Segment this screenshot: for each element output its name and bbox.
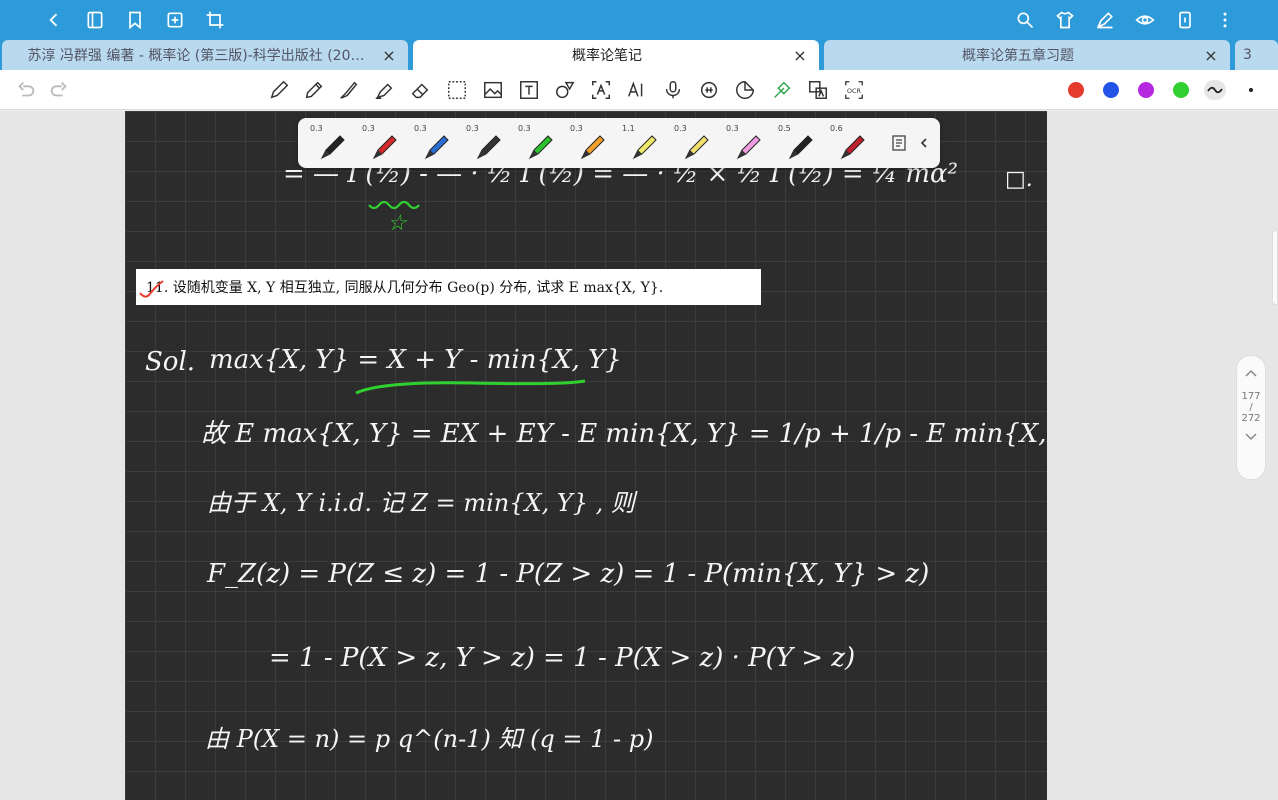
theme-shirt-icon[interactable] xyxy=(1053,8,1077,32)
side-scroll-handle[interactable] xyxy=(1272,230,1278,305)
pen-preset-10[interactable]: 0.5 xyxy=(774,122,824,164)
color-blue-swatch[interactable] xyxy=(1103,82,1119,98)
pen-preset-6[interactable]: 0.3 xyxy=(566,122,616,164)
drawing-toolbar: OCR xyxy=(0,70,1278,110)
page-separator: / xyxy=(1249,402,1253,413)
laser-pointer-icon[interactable] xyxy=(770,78,794,102)
search-icon[interactable] xyxy=(1013,8,1037,32)
pen-icon xyxy=(632,135,657,160)
close-icon[interactable]: × xyxy=(1202,46,1220,65)
add-page-icon[interactable] xyxy=(163,8,187,32)
page-up-icon[interactable] xyxy=(1237,368,1265,381)
handwritten-line-2: 故 E max{X, Y} = EX + EY - E min{X, Y} = … xyxy=(201,419,1047,449)
more-vert-icon[interactable] xyxy=(1213,8,1237,32)
back-icon[interactable] xyxy=(42,8,66,32)
ocr-icon[interactable]: OCR xyxy=(842,78,866,102)
lasso-select-icon[interactable] xyxy=(445,78,469,102)
read-mode-eye-icon[interactable] xyxy=(1133,8,1157,32)
pen-preset-4[interactable]: 0.3 xyxy=(462,122,512,164)
color-red-swatch[interactable] xyxy=(1068,82,1084,98)
text-recognize-icon[interactable] xyxy=(589,78,613,102)
pen-icon xyxy=(476,135,501,160)
tab-notes[interactable]: 概率论笔记 × xyxy=(413,40,819,70)
note-page[interactable]: = — Γ(½) - — · ½ Γ(½) = — · ½ × ½ Γ(½) =… xyxy=(125,111,1047,800)
total-page-count: 272 xyxy=(1241,413,1261,424)
pen-preset-5[interactable]: 0.3 xyxy=(514,122,564,164)
pencil-tool-icon[interactable] xyxy=(302,78,326,102)
green-star-mark: ☆ xyxy=(387,211,407,236)
pen-preset-2[interactable]: 0.3 xyxy=(358,122,408,164)
pen-preset-11[interactable]: 0.6 xyxy=(826,122,876,164)
color-green-swatch[interactable] xyxy=(1173,82,1189,98)
handwritten-line-3: 由于 X, Y i.i.d. 记 Z = min{X, Y} , 则 xyxy=(207,489,635,517)
pen-settings-icon[interactable] xyxy=(890,134,908,152)
tab-exercises[interactable]: 概率论第五章习题 × xyxy=(824,40,1230,70)
ai-icon[interactable] xyxy=(625,78,649,102)
eraser-tool-icon[interactable] xyxy=(408,78,432,102)
pen-mode-icon[interactable] xyxy=(1093,8,1117,32)
pen-tool-icon[interactable] xyxy=(267,78,291,102)
page-navigator: 177 / 272 xyxy=(1236,355,1266,480)
svg-text:OCR: OCR xyxy=(847,87,862,95)
microphone-icon[interactable] xyxy=(661,78,685,102)
top-app-bar xyxy=(0,0,1278,40)
pen-preset-3[interactable]: 0.3 xyxy=(410,122,460,164)
pen-icon xyxy=(372,135,397,160)
pen-preset-1[interactable]: 0.3 xyxy=(306,122,356,164)
pen-icon xyxy=(840,135,865,160)
close-icon[interactable]: × xyxy=(791,46,809,65)
sol-label: Sol. xyxy=(145,347,196,377)
pen-preset-9[interactable]: 0.3 xyxy=(722,122,772,164)
tab-textbook[interactable]: 苏淳 冯群强 编著 - 概率论 (第三版)-科学出版社 (20… × xyxy=(2,40,408,70)
handwritten-line-5: = 1 - P(X > z, Y > z) = 1 - P(X > z) · P… xyxy=(269,643,856,673)
handwritten-line-6: 由 P(X = n) = p q^(n-1) 知 (q = 1 - p) xyxy=(205,725,654,753)
stroke-width-dot[interactable] xyxy=(1249,88,1253,92)
tab-title: 苏淳 冯群强 编著 - 概率论 (第三版)-科学出版社 (20… xyxy=(27,48,365,64)
close-icon[interactable]: × xyxy=(380,46,398,65)
collapse-palette-icon[interactable] xyxy=(916,133,932,153)
pen-palette-popup: 0.3 0.3 0.3 0.3 0.3 0.3 1.1 0.3 0.3 0.5 0.6 xyxy=(298,118,940,168)
device-icon[interactable] xyxy=(1173,8,1197,32)
pen-icon xyxy=(424,135,449,160)
pen-preset-8[interactable]: 0.3 xyxy=(670,122,720,164)
highlighter-tool-icon[interactable] xyxy=(372,78,396,102)
stroke-style-button[interactable] xyxy=(1204,80,1226,100)
image-insert-icon[interactable] xyxy=(481,78,505,102)
tab-title: 概率论第五章习题 xyxy=(962,48,1074,64)
color-purple-swatch[interactable] xyxy=(1138,82,1154,98)
pen-icon xyxy=(580,135,605,160)
tab-title: 概率论笔记 xyxy=(572,48,642,64)
tab-more[interactable]: 3 xyxy=(1235,40,1278,70)
handwritten-line-1: max{X, Y} = X + Y - min{X, Y} xyxy=(209,345,622,375)
pen-preset-7[interactable]: 1.1 xyxy=(618,122,668,164)
page-down-icon[interactable] xyxy=(1237,432,1265,445)
pen-icon xyxy=(320,135,345,160)
crop-icon[interactable] xyxy=(203,8,227,32)
pen-icon xyxy=(684,135,709,160)
handwritten-line-4: F_Z(z) = P(Z ≤ z) = 1 - P(Z > z) = 1 - P… xyxy=(207,559,930,589)
audio-recording-icon[interactable] xyxy=(697,78,721,102)
pen-icon xyxy=(736,135,761,160)
pen-icon xyxy=(788,135,813,160)
notebook-icon[interactable] xyxy=(83,8,107,32)
tab-bar: 苏淳 冯群强 编著 - 概率论 (第三版)-科学出版社 (20… × 概率论笔记… xyxy=(0,40,1278,70)
current-page-number: 177 xyxy=(1241,391,1261,402)
shape-tool-icon[interactable] xyxy=(553,78,577,102)
text-box-icon[interactable] xyxy=(517,78,541,102)
problem-text: 11. 设随机变量 X, Y 相互独立, 同服从几何分布 Geo(p) 分布, … xyxy=(146,280,664,296)
redo-icon[interactable] xyxy=(47,78,71,102)
pen-icon xyxy=(528,135,553,160)
tab-title: 3 xyxy=(1243,47,1252,63)
brush-tool-icon[interactable] xyxy=(337,78,361,102)
stroke-wave-icon xyxy=(1207,86,1223,94)
problem-statement: 11. 设随机变量 X, Y 相互独立, 同服从几何分布 Geo(p) 分布, … xyxy=(136,269,761,305)
sticker-icon[interactable] xyxy=(733,78,757,102)
translate-icon[interactable] xyxy=(806,78,830,102)
qed-mark: □. xyxy=(1005,167,1033,192)
green-underline xyxy=(355,379,586,395)
bookmark-icon[interactable] xyxy=(123,8,147,32)
undo-icon[interactable] xyxy=(14,78,38,102)
red-check-mark xyxy=(139,280,164,298)
